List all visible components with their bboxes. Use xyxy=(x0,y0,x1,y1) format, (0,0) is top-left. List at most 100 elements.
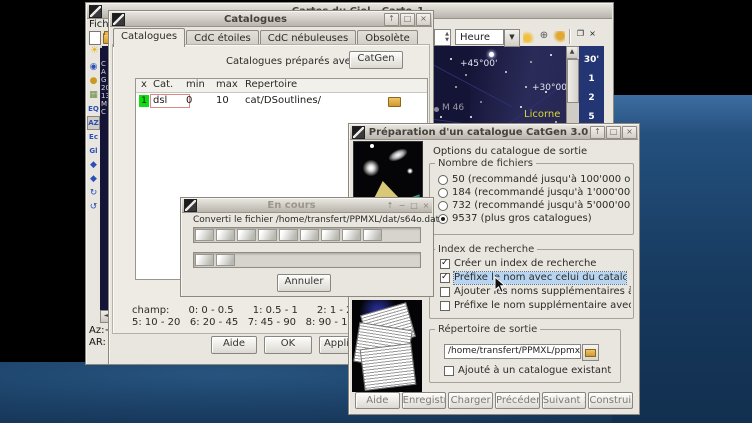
radio-184[interactable] xyxy=(438,188,448,198)
radio-50-label[interactable]: 50 (recommandé jusqu'à 100'000 objets) xyxy=(452,174,631,186)
checkbox-add-names[interactable] xyxy=(440,287,450,297)
ok-button[interactable]: OK xyxy=(264,336,312,354)
col-max: max xyxy=(216,79,238,90)
progress-bar-file xyxy=(193,227,421,243)
help-button[interactable]: Aide xyxy=(355,392,400,409)
app-icon xyxy=(352,126,365,139)
row-repertoire-cell[interactable]: cat/DSoutlines/ xyxy=(245,95,321,106)
build-button[interactable]: Construire le xyxy=(588,392,633,409)
checkbox-append-existing[interactable] xyxy=(444,366,454,376)
maximize-icon[interactable]: □ xyxy=(408,201,420,210)
close-icon[interactable]: × xyxy=(622,126,637,139)
checkbox-create-index-label[interactable]: Créer un index de recherche xyxy=(454,258,631,270)
mdi-close-icon[interactable]: × xyxy=(587,29,598,39)
close-icon[interactable]: × xyxy=(420,201,432,210)
scroll-up-arrow[interactable]: ▲ xyxy=(567,47,577,59)
prepared-label: Catalogues préparés avec xyxy=(226,56,356,67)
fov-item[interactable]: 2 xyxy=(579,93,604,103)
col-x: x xyxy=(141,79,147,90)
radio-9537-label[interactable]: 9537 (plus gros catalogues) xyxy=(452,213,631,225)
progress-titlebar[interactable]: En cours ↑ − □ × xyxy=(182,199,432,213)
mouse-cursor xyxy=(494,276,506,298)
radio-732-label[interactable]: 732 (recommandé jusqu'à 5'000'000 objets… xyxy=(452,200,631,212)
declination-label-30: +30°00' xyxy=(532,83,566,93)
files-group: Nombre de fichiers 50 (recommandé jusqu'… xyxy=(429,163,634,235)
minimize-icon[interactable]: − xyxy=(396,201,408,210)
catalog-papers-image xyxy=(352,300,422,392)
toolbar-separator xyxy=(569,29,571,44)
output-path-input[interactable]: /home/transfert/PPMXL/ppmxl xyxy=(444,344,581,359)
left-toolbar: ◉ ● ▦ EQ AZ Ec Gl ◆ ◆ ↻ ↺ xyxy=(87,60,100,214)
scroll-thumb[interactable] xyxy=(567,59,579,103)
catgen-titlebar[interactable]: Préparation d'un catalogue CatGen 3.0 ↑ … xyxy=(350,125,638,140)
comet-icon[interactable] xyxy=(523,31,535,43)
col-repertoire: Repertoire xyxy=(245,79,297,90)
maximize-icon[interactable]: □ xyxy=(400,13,415,26)
progress-title: En cours xyxy=(199,200,384,211)
combo-dropdown-icon[interactable]: ▼ xyxy=(504,29,520,47)
cancel-button[interactable]: Annuler xyxy=(277,274,331,292)
catalogues-titlebar[interactable]: Catalogues ↑ □ × xyxy=(110,12,432,27)
row-active-cell[interactable]: 1 xyxy=(139,95,149,107)
tracking-icon[interactable] xyxy=(553,31,565,43)
rollup-icon[interactable]: ↑ xyxy=(590,126,605,139)
bright-star xyxy=(489,52,494,57)
fov-item[interactable]: 30' xyxy=(579,55,604,65)
m46-dot xyxy=(434,107,439,112)
help-button[interactable]: Aide xyxy=(211,336,257,354)
object-label: M 46 xyxy=(442,103,464,113)
rotate-ccw-icon[interactable]: ↺ xyxy=(87,200,100,214)
previous-button[interactable]: Précédent xyxy=(495,392,540,409)
checkbox-add-names-label[interactable]: Ajouter les noms supplémentaires à l'ind… xyxy=(454,286,631,298)
time-unit-combo[interactable]: Heure xyxy=(455,29,504,45)
browse-folder-button[interactable] xyxy=(582,344,599,361)
grid-icon[interactable]: ▦ xyxy=(87,88,100,102)
checkbox-prefix-supp-label[interactable]: Préfixe le nom supplémentaire avec son l… xyxy=(454,300,631,312)
fov-item[interactable]: 1 xyxy=(579,74,604,84)
constellation-label: Licorne xyxy=(524,109,560,120)
pin-icon[interactable]: ↑ xyxy=(384,201,396,210)
galaxy-image xyxy=(353,141,423,205)
checkbox-append-existing-label[interactable]: Ajouté à un catalogue existant xyxy=(458,365,618,377)
progress-message: Converti le fichier /home/transfert/PPMX… xyxy=(193,215,439,225)
equatorial-button[interactable]: EQ xyxy=(87,102,100,116)
radio-9537[interactable] xyxy=(438,214,448,224)
catgen-button[interactable]: CatGen xyxy=(349,51,403,69)
radio-732[interactable] xyxy=(438,201,448,211)
new-document-icon[interactable] xyxy=(89,31,101,45)
time-step-spinner[interactable]: ▲▼ xyxy=(434,29,451,46)
section-title: Options du catalogue de sortie xyxy=(433,146,587,157)
checkbox-prefix-name-label[interactable]: Préfixe le nom avec celui du catalogue xyxy=(454,272,626,284)
row-max-cell[interactable]: 10 xyxy=(216,95,229,106)
rotate-cw-icon[interactable]: ↻ xyxy=(87,186,100,200)
ecliptic-button[interactable]: Ec xyxy=(87,130,100,144)
galactic-button[interactable]: Gl xyxy=(87,144,100,158)
next-button[interactable]: Suivant > xyxy=(542,392,587,409)
flip-horizontal-icon[interactable]: ◆ xyxy=(87,158,100,172)
clock-icon[interactable]: ◉ xyxy=(87,60,100,74)
azimuthal-button[interactable]: AZ xyxy=(87,116,100,130)
browse-folder-icon[interactable] xyxy=(388,97,401,107)
fov-item[interactable]: 5 xyxy=(579,112,604,122)
load-button[interactable]: Charger xyxy=(448,392,493,409)
declination-label-45: +45°00' xyxy=(460,59,497,69)
crosshair-icon[interactable]: ⊕ xyxy=(538,30,550,42)
maximize-icon[interactable]: □ xyxy=(606,126,621,139)
radio-184-label[interactable]: 184 (recommandé jusqu'à 1'000'000 objets… xyxy=(452,187,631,199)
catgen-button-row: Aide Enregistrer Charger Précédent Suiva… xyxy=(355,392,633,409)
mdi-restore-icon[interactable]: ❐ xyxy=(575,29,586,39)
radio-50[interactable] xyxy=(438,175,448,185)
lock-icon[interactable]: ● xyxy=(87,74,100,88)
checkbox-prefix-supp[interactable] xyxy=(440,301,450,311)
close-icon[interactable]: × xyxy=(416,13,431,26)
checkbox-create-index[interactable] xyxy=(440,259,450,269)
app-icon xyxy=(112,13,125,26)
flip-vertical-icon[interactable]: ◆ xyxy=(87,172,100,186)
checkbox-prefix-name[interactable] xyxy=(440,273,450,283)
row-cat-cell[interactable]: dsl xyxy=(150,94,190,108)
row-min-cell[interactable]: 0 xyxy=(186,95,192,106)
rollup-icon[interactable]: ↑ xyxy=(384,13,399,26)
save-button[interactable]: Enregistrer xyxy=(402,392,447,409)
tab-catalogues[interactable]: Catalogues xyxy=(113,28,185,47)
table-header: x Cat. min max Repertoire xyxy=(136,79,427,93)
